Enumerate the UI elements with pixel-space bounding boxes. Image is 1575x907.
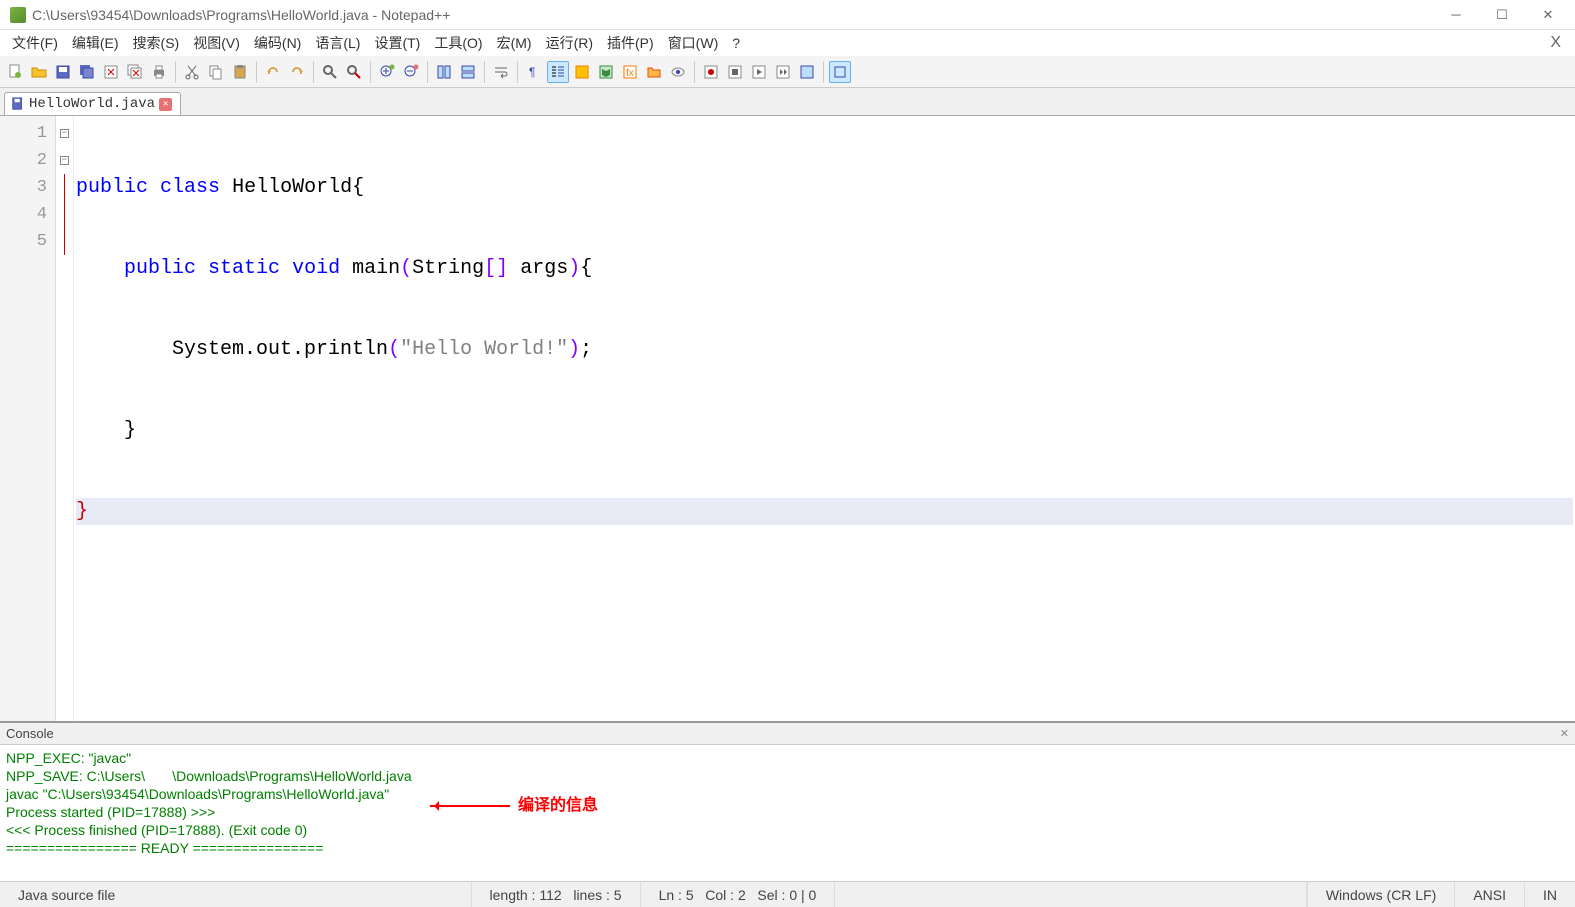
menu-window[interactable]: 窗口(W) [662,31,725,55]
close-all-icon[interactable] [124,61,146,83]
console-line: <<< Process finished (PID=17888). (Exit … [6,821,1569,839]
open-file-icon[interactable] [28,61,50,83]
maximize-button[interactable]: ☐ [1479,0,1525,30]
fold-line [56,174,73,201]
new-file-icon[interactable] [4,61,26,83]
code-area[interactable]: public class HelloWorld{ public static v… [74,116,1575,721]
file-icon [11,97,25,111]
file-tab[interactable]: HelloWorld.java ✕ [4,92,181,115]
func-list-icon[interactable]: fx [619,61,641,83]
print-icon[interactable] [148,61,170,83]
menu-close-button[interactable]: X [1542,34,1569,52]
editor: 1 2 3 4 5 − − public class HelloWorld{ p… [0,116,1575,721]
console-close-icon[interactable]: ✕ [1560,727,1569,740]
menu-macro[interactable]: 宏(M) [491,31,538,55]
console-title: Console [6,726,54,741]
save-macro-icon[interactable] [796,61,818,83]
status-filetype: Java source file [0,882,472,907]
user-lang-icon[interactable] [571,61,593,83]
zoom-out-icon[interactable] [400,61,422,83]
save-icon[interactable] [52,61,74,83]
close-tab-icon[interactable]: ✕ [159,98,172,111]
line-number: 2 [4,147,47,174]
menu-view[interactable]: 视图(V) [187,31,246,55]
annotation: 编译的信息 [430,797,598,815]
menu-language[interactable]: 语言(L) [309,31,366,55]
line-number: 5 [4,228,47,255]
menu-encoding[interactable]: 编码(N) [248,31,307,55]
fold-line [56,228,73,255]
tab-label: HelloWorld.java [29,96,155,112]
sync-h-icon[interactable] [457,61,479,83]
play-icon[interactable] [748,61,770,83]
console-output[interactable]: NPP_EXEC: "javac" NPP_SAVE: C:\Users\ \D… [0,745,1575,881]
fold-toggle[interactable]: − [56,120,73,147]
line-number: 3 [4,174,47,201]
folder-icon[interactable] [643,61,665,83]
annotation-label: 编译的信息 [518,797,598,815]
redo-icon[interactable] [286,61,308,83]
title-bar: C:\Users\93454\Downloads\Programs\HelloW… [0,0,1575,30]
stop-icon[interactable] [724,61,746,83]
menu-edit[interactable]: 编辑(E) [66,31,125,55]
fold-toggle[interactable]: − [56,147,73,174]
cut-icon[interactable] [181,61,203,83]
line-number: 1 [4,120,47,147]
status-position: Ln : 5 Col : 2 Sel : 0 | 0 [641,882,836,907]
menu-search[interactable]: 搜索(S) [127,31,186,55]
console-line: javac "C:\Users\93454\Downloads\Programs… [6,785,1569,803]
menu-plugins[interactable]: 插件(P) [601,31,660,55]
console-line: Process started (PID=17888) >>> [6,803,1569,821]
status-spacer [835,882,1307,907]
console-header: Console ✕ [0,723,1575,745]
console-line: NPP_EXEC: "javac" [6,749,1569,767]
copy-icon[interactable] [205,61,227,83]
menu-bar: 文件(F) 编辑(E) 搜索(S) 视图(V) 编码(N) 语言(L) 设置(T… [0,30,1575,56]
line-number: 4 [4,201,47,228]
status-length: length : 112 lines : 5 [472,882,641,907]
svg-text:fx: fx [626,68,634,79]
record-icon[interactable] [700,61,722,83]
fold-gutter: − − [56,116,74,721]
always-on-top-icon[interactable] [829,61,851,83]
save-all-icon[interactable] [76,61,98,83]
monitor-icon[interactable] [667,61,689,83]
doc-map-icon[interactable] [595,61,617,83]
console-panel: Console ✕ NPP_EXEC: "javac" NPP_SAVE: C:… [0,721,1575,881]
close-button[interactable]: ✕ [1525,0,1571,30]
minimize-button[interactable]: ─ [1433,0,1479,30]
menu-settings[interactable]: 设置(T) [368,31,426,55]
replace-icon[interactable] [343,61,365,83]
show-all-icon[interactable]: ¶ [523,61,545,83]
status-bar: Java source file length : 112 lines : 5 … [0,881,1575,907]
annotation-arrow-icon [430,805,510,807]
svg-text:¶: ¶ [529,65,535,79]
console-line: ================ READY ================ [6,839,1569,857]
menu-file[interactable]: 文件(F) [6,31,64,55]
tab-bar: HelloWorld.java ✕ [0,88,1575,116]
zoom-in-icon[interactable] [376,61,398,83]
sync-v-icon[interactable] [433,61,455,83]
indent-guide-icon[interactable] [547,61,569,83]
status-insert[interactable]: IN [1524,882,1575,907]
status-eol[interactable]: Windows (CR LF) [1307,882,1454,907]
menu-tools[interactable]: 工具(O) [428,31,488,55]
toolbar: ¶ fx [0,56,1575,88]
window-title: C:\Users\93454\Downloads\Programs\HelloW… [32,7,1433,23]
app-icon [10,7,26,23]
word-wrap-icon[interactable] [490,61,512,83]
find-icon[interactable] [319,61,341,83]
console-line: NPP_SAVE: C:\Users\ \Downloads\Programs\… [6,767,1569,785]
play-multi-icon[interactable] [772,61,794,83]
menu-help[interactable]: ? [726,33,746,53]
undo-icon[interactable] [262,61,284,83]
status-encoding[interactable]: ANSI [1454,882,1524,907]
close-file-icon[interactable] [100,61,122,83]
line-gutter: 1 2 3 4 5 [0,116,56,721]
fold-line [56,201,73,228]
menu-run[interactable]: 运行(R) [540,31,599,55]
paste-icon[interactable] [229,61,251,83]
